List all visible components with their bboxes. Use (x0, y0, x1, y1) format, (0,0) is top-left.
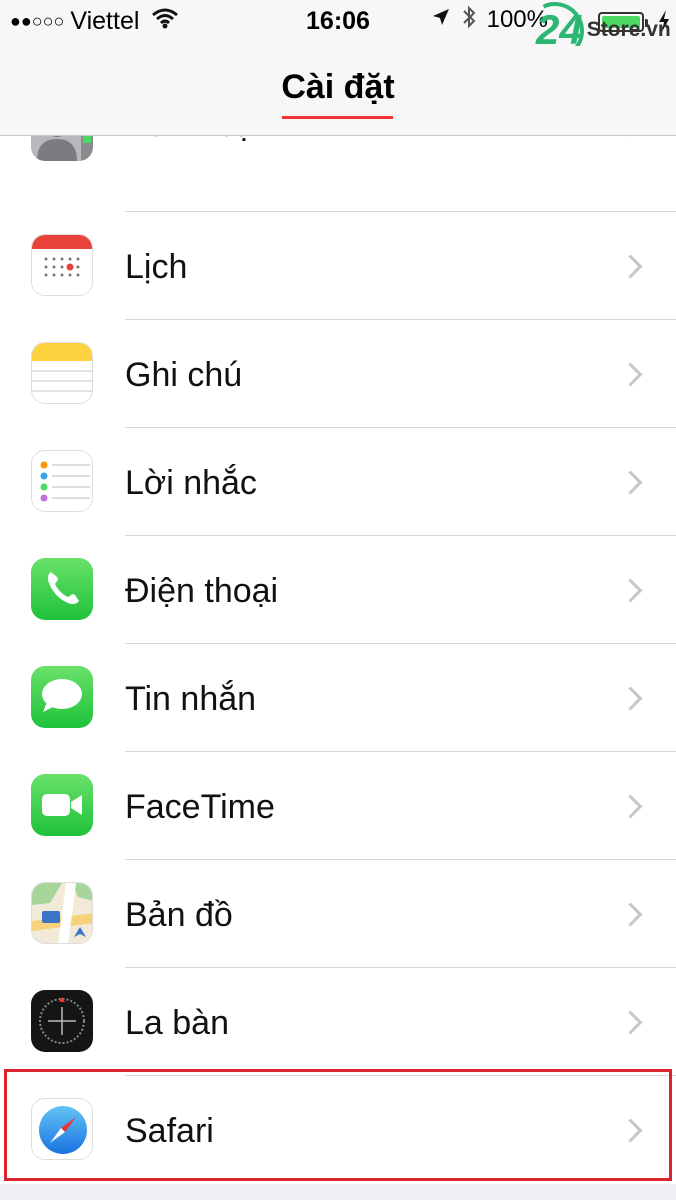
contacts-icon (31, 136, 93, 161)
chevron-right-icon (622, 906, 640, 924)
location-arrow-icon (431, 7, 451, 33)
chevron-right-icon (622, 1014, 640, 1032)
settings-row-label: Danh bạ (125, 136, 254, 145)
settings-row-phone[interactable]: Điện thoại (0, 536, 676, 644)
settings-row-contacts[interactable]: Danh bạ (0, 136, 676, 214)
settings-row-compass[interactable]: La bàn (0, 968, 676, 1076)
settings-row-label: FaceTime (125, 788, 275, 826)
reminders-icon (31, 450, 93, 512)
compass-icon (31, 990, 93, 1052)
navigation-bar: Cài đặt (0, 46, 676, 136)
chevron-right-icon (622, 474, 640, 492)
messages-icon (31, 666, 93, 728)
settings-row-messages[interactable]: Tin nhắn (0, 644, 676, 752)
settings-row-label: La bàn (125, 1004, 229, 1042)
settings-row-reminders[interactable]: Lời nhắc (0, 428, 676, 536)
maps-icon (31, 882, 93, 944)
settings-row-label: Ghi chú (125, 356, 243, 394)
notes-icon (31, 342, 93, 404)
chevron-right-icon (622, 366, 640, 384)
bluetooth-icon (461, 5, 477, 35)
page-title: Cài đặt (281, 68, 395, 106)
settings-row-label: Lịch (125, 248, 188, 286)
chevron-right-icon (622, 798, 640, 816)
settings-row-maps[interactable]: Bản đồ (0, 860, 676, 968)
settings-row-label: Điện thoại (125, 572, 279, 610)
settings-row-notes[interactable]: Ghi chú (0, 320, 676, 428)
settings-row-facetime[interactable]: FaceTime (0, 752, 676, 860)
calendar-icon (31, 234, 93, 296)
phone-icon (31, 558, 93, 620)
settings-row-calendar[interactable]: Lịch (0, 212, 676, 320)
settings-row-label: Lời nhắc (125, 464, 257, 502)
settings-row-label: Bản đồ (125, 896, 233, 934)
settings-row-label: Tin nhắn (125, 680, 257, 718)
facetime-icon (31, 774, 93, 836)
title-underline (282, 116, 393, 119)
watermark-text: Store.vn (586, 18, 671, 41)
settings-list[interactable]: Danh bạ Lịch (0, 136, 676, 1200)
safari-row-highlight (4, 1069, 672, 1181)
chevron-right-icon (622, 582, 640, 600)
chevron-right-icon (622, 690, 640, 708)
chevron-right-icon (622, 258, 640, 276)
list-bottom-background (0, 1184, 676, 1200)
